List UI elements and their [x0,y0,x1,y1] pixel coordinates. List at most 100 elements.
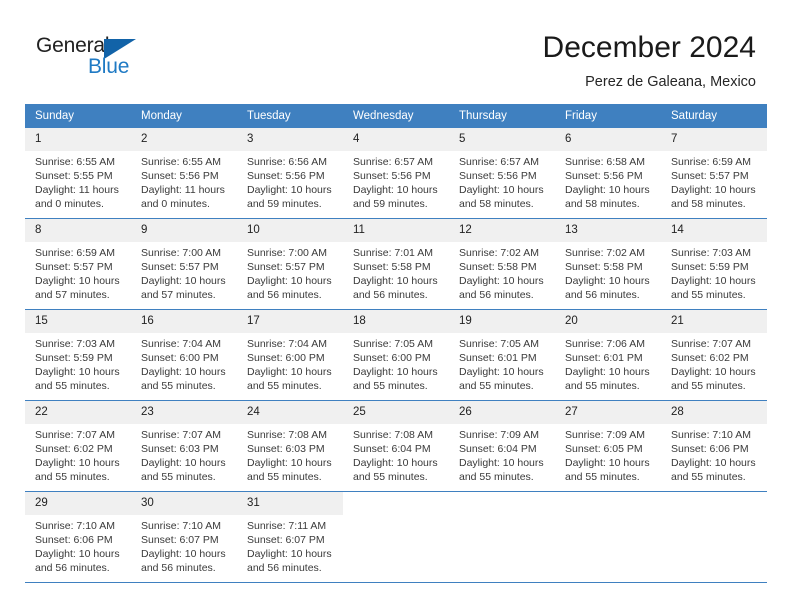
day-details: Sunrise: 7:05 AM Sunset: 6:00 PM Dayligh… [343,333,449,393]
day-number: 22 [25,401,131,424]
calendar-day-cell[interactable]: 21 Sunrise: 7:07 AM Sunset: 6:02 PM Dayl… [661,309,767,401]
calendar-day-cell[interactable]: 8 Sunrise: 6:59 AM Sunset: 5:57 PM Dayli… [25,218,131,310]
sunset-text: Sunset: 6:04 PM [459,443,537,455]
calendar-day-cell[interactable]: 28 Sunrise: 7:10 AM Sunset: 6:06 PM Dayl… [661,400,767,492]
sunset-text: Sunset: 5:58 PM [353,261,431,273]
sunrise-text: Sunrise: 6:58 AM [565,156,645,168]
day-details: Sunrise: 6:56 AM Sunset: 5:56 PM Dayligh… [237,151,343,211]
sunrise-text: Sunrise: 7:10 AM [671,429,751,441]
calendar-week-row: 29 Sunrise: 7:10 AM Sunset: 6:06 PM Dayl… [25,491,767,583]
calendar-day-cell[interactable]: 2 Sunrise: 6:55 AM Sunset: 5:56 PM Dayli… [131,128,237,219]
calendar-day-cell[interactable]: 19 Sunrise: 7:05 AM Sunset: 6:01 PM Dayl… [449,309,555,401]
sunset-text: Sunset: 5:57 PM [671,170,749,182]
day-details: Sunrise: 7:02 AM Sunset: 5:58 PM Dayligh… [555,242,661,302]
calendar-day-cell[interactable]: 18 Sunrise: 7:05 AM Sunset: 6:00 PM Dayl… [343,309,449,401]
day-details: Sunrise: 7:06 AM Sunset: 6:01 PM Dayligh… [555,333,661,393]
calendar-week-row: 15 Sunrise: 7:03 AM Sunset: 5:59 PM Dayl… [25,309,767,401]
calendar-day-cell[interactable]: 10 Sunrise: 7:00 AM Sunset: 5:57 PM Dayl… [237,218,343,310]
daylight-text-line2: and 56 minutes. [141,562,216,574]
day-details: Sunrise: 7:09 AM Sunset: 6:05 PM Dayligh… [555,424,661,484]
calendar-day-cell[interactable]: 5 Sunrise: 6:57 AM Sunset: 5:56 PM Dayli… [449,128,555,219]
calendar-page: General Blue December 2024 Perez de Gale… [0,0,792,612]
day-number: 21 [661,310,767,333]
calendar-day-cell[interactable]: 14 Sunrise: 7:03 AM Sunset: 5:59 PM Dayl… [661,218,767,310]
calendar-day-cell[interactable]: 4 Sunrise: 6:57 AM Sunset: 5:56 PM Dayli… [343,128,449,219]
day-details: Sunrise: 7:09 AM Sunset: 6:04 PM Dayligh… [449,424,555,484]
day-number: 13 [555,219,661,242]
calendar-day-cell[interactable]: 16 Sunrise: 7:04 AM Sunset: 6:00 PM Dayl… [131,309,237,401]
daylight-text-line2: and 56 minutes. [247,289,322,301]
sunset-text: Sunset: 6:02 PM [35,443,113,455]
daylight-text-line2: and 55 minutes. [35,380,110,392]
day-number: 24 [237,401,343,424]
daylight-text-line1: Daylight: 10 hours [671,275,756,287]
calendar-day-cell[interactable]: 22 Sunrise: 7:07 AM Sunset: 6:02 PM Dayl… [25,400,131,492]
daylight-text-line2: and 0 minutes. [141,198,210,210]
calendar-day-cell[interactable]: 1 Sunrise: 6:55 AM Sunset: 5:55 PM Dayli… [25,128,131,219]
day-number: 28 [661,401,767,424]
calendar-day-cell[interactable]: 23 Sunrise: 7:07 AM Sunset: 6:03 PM Dayl… [131,400,237,492]
daylight-text-line1: Daylight: 10 hours [35,366,120,378]
daylight-text-line2: and 55 minutes. [459,471,534,483]
calendar-header-row: Sunday Monday Tuesday Wednesday Thursday… [25,104,767,128]
calendar-table: Sunday Monday Tuesday Wednesday Thursday… [25,104,767,583]
calendar-day-cell[interactable]: 15 Sunrise: 7:03 AM Sunset: 5:59 PM Dayl… [25,309,131,401]
sunrise-text: Sunrise: 7:09 AM [565,429,645,441]
weekday-header-friday: Friday [555,104,661,128]
day-details: Sunrise: 7:08 AM Sunset: 6:04 PM Dayligh… [343,424,449,484]
calendar-day-cell[interactable]: 13 Sunrise: 7:02 AM Sunset: 5:58 PM Dayl… [555,218,661,310]
sunrise-text: Sunrise: 7:06 AM [565,338,645,350]
calendar-day-cell[interactable]: 30 Sunrise: 7:10 AM Sunset: 6:07 PM Dayl… [131,491,237,583]
calendar-day-cell[interactable]: 6 Sunrise: 6:58 AM Sunset: 5:56 PM Dayli… [555,128,661,219]
daylight-text-line1: Daylight: 10 hours [141,366,226,378]
daylight-text-line1: Daylight: 10 hours [247,366,332,378]
calendar-day-cell[interactable]: 7 Sunrise: 6:59 AM Sunset: 5:57 PM Dayli… [661,128,767,219]
day-number: 18 [343,310,449,333]
calendar-day-cell[interactable]: 29 Sunrise: 7:10 AM Sunset: 6:06 PM Dayl… [25,491,131,583]
calendar-day-cell-empty [343,491,449,583]
calendar-day-cell[interactable]: 3 Sunrise: 6:56 AM Sunset: 5:56 PM Dayli… [237,128,343,219]
day-number: 23 [131,401,237,424]
calendar-day-cell[interactable]: 31 Sunrise: 7:11 AM Sunset: 6:07 PM Dayl… [237,491,343,583]
sunset-text: Sunset: 5:59 PM [671,261,749,273]
daylight-text-line1: Daylight: 10 hours [353,275,438,287]
daylight-text-line2: and 59 minutes. [353,198,428,210]
day-details: Sunrise: 7:00 AM Sunset: 5:57 PM Dayligh… [237,242,343,302]
calendar-day-cell[interactable]: 24 Sunrise: 7:08 AM Sunset: 6:03 PM Dayl… [237,400,343,492]
daylight-text-line1: Daylight: 10 hours [353,366,438,378]
daylight-text-line1: Daylight: 10 hours [35,548,120,560]
daylight-text-line1: Daylight: 10 hours [353,184,438,196]
brand-logo[interactable]: General Blue [36,34,156,86]
calendar-day-cell[interactable]: 20 Sunrise: 7:06 AM Sunset: 6:01 PM Dayl… [555,309,661,401]
calendar-day-cell[interactable]: 26 Sunrise: 7:09 AM Sunset: 6:04 PM Dayl… [449,400,555,492]
weekday-header-tuesday: Tuesday [237,104,343,128]
daylight-text-line2: and 56 minutes. [247,562,322,574]
day-number: 15 [25,310,131,333]
calendar-day-cell[interactable]: 12 Sunrise: 7:02 AM Sunset: 5:58 PM Dayl… [449,218,555,310]
sunrise-text: Sunrise: 6:59 AM [671,156,751,168]
calendar-day-cell-empty [449,491,555,583]
daylight-text-line2: and 55 minutes. [671,380,746,392]
sunset-text: Sunset: 6:01 PM [565,352,643,364]
day-details: Sunrise: 7:04 AM Sunset: 6:00 PM Dayligh… [131,333,237,393]
calendar-day-cell[interactable]: 25 Sunrise: 7:08 AM Sunset: 6:04 PM Dayl… [343,400,449,492]
sunset-text: Sunset: 6:04 PM [353,443,431,455]
calendar-day-cell[interactable]: 27 Sunrise: 7:09 AM Sunset: 6:05 PM Dayl… [555,400,661,492]
sunrise-text: Sunrise: 6:56 AM [247,156,327,168]
calendar-day-cell[interactable]: 9 Sunrise: 7:00 AM Sunset: 5:57 PM Dayli… [131,218,237,310]
day-number: 25 [343,401,449,424]
sunrise-text: Sunrise: 7:10 AM [35,520,115,532]
sunrise-text: Sunrise: 7:04 AM [141,338,221,350]
day-details: Sunrise: 7:07 AM Sunset: 6:03 PM Dayligh… [131,424,237,484]
sunset-text: Sunset: 6:07 PM [247,534,325,546]
sunset-text: Sunset: 5:58 PM [459,261,537,273]
calendar-day-cell[interactable]: 17 Sunrise: 7:04 AM Sunset: 6:00 PM Dayl… [237,309,343,401]
daylight-text-line1: Daylight: 11 hours [141,184,225,196]
calendar-week-row: 22 Sunrise: 7:07 AM Sunset: 6:02 PM Dayl… [25,400,767,492]
sunrise-text: Sunrise: 7:03 AM [35,338,115,350]
day-number: 31 [237,492,343,515]
day-details: Sunrise: 7:07 AM Sunset: 6:02 PM Dayligh… [661,333,767,393]
sunset-text: Sunset: 5:56 PM [247,170,325,182]
daylight-text-line2: and 55 minutes. [671,471,746,483]
calendar-day-cell[interactable]: 11 Sunrise: 7:01 AM Sunset: 5:58 PM Dayl… [343,218,449,310]
